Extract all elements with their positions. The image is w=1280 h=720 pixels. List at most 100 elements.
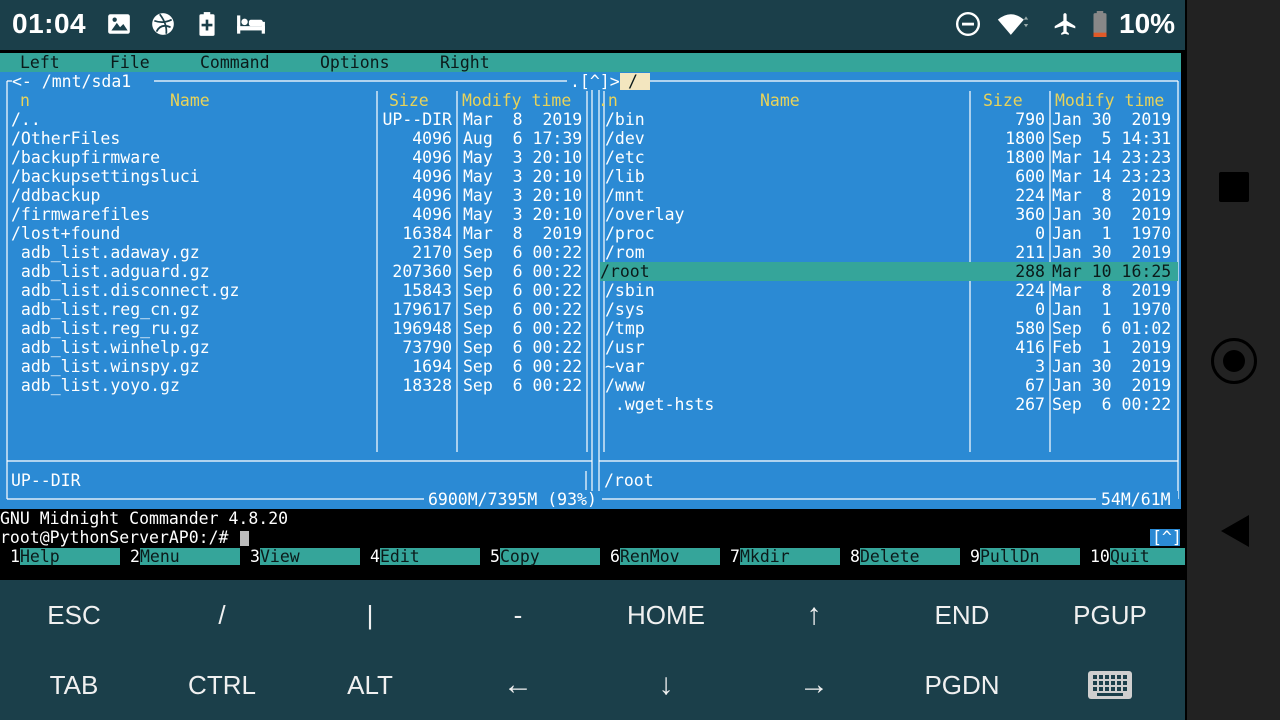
right-file-mtime: Feb 1 2019 <box>1052 338 1171 357</box>
fkey-menu-button[interactable]: Menu <box>140 547 180 566</box>
left-file-name[interactable]: adb_list.adaway.gz <box>11 243 200 262</box>
right-file-name[interactable]: /etc <box>605 148 645 167</box>
right-disk-free: 54M/61M <box>1101 490 1171 509</box>
fkey-renmov-button[interactable]: RenMov <box>620 547 680 566</box>
right-file-size: 416 <box>1015 338 1045 357</box>
left-file-mtime: Sep 6 00:22 <box>463 376 582 395</box>
left-file-mtime: May 3 20:10 <box>463 186 582 205</box>
right-file-name[interactable]: /sys <box>605 300 645 319</box>
right-file-name[interactable]: /rom <box>605 243 645 262</box>
left-disk-free: 6900M/7395M (93%) <box>428 490 597 509</box>
right-file-mtime: Mar 8 2019 <box>1052 186 1171 205</box>
ctrl-key[interactable]: CTRL <box>148 650 296 720</box>
left-arrow-key[interactable]: ← <box>444 650 592 720</box>
mc-screen[interactable]: Left File Command Options Right <- /mnt/sda1.… <box>0 50 1185 580</box>
fkey-mkdir-button[interactable]: Mkdir <box>740 547 790 566</box>
left-file-mtime: Sep 6 00:22 <box>463 338 582 357</box>
left-file-size: 179617 <box>392 300 452 319</box>
right-file-mtime: Jan 30 2019 <box>1052 376 1171 395</box>
alt-key[interactable]: ALT <box>296 650 444 720</box>
fkey-view-button[interactable]: View <box>260 547 300 566</box>
right-arrow-key[interactable]: → <box>740 650 888 720</box>
left-file-name[interactable]: /ddbackup <box>11 186 100 205</box>
pgdn-key[interactable]: PGDN <box>888 650 1036 720</box>
fkey-delete-button[interactable]: Delete <box>860 547 920 566</box>
left-file-name[interactable]: adb_list.yoyo.gz <box>11 376 180 395</box>
fkey-7-number: 7 <box>730 547 740 566</box>
keyboard-icon[interactable] <box>1036 650 1184 720</box>
left-file-name[interactable]: /.. <box>11 110 41 129</box>
up-arrow-key[interactable]: ↑ <box>740 580 888 650</box>
menu-command[interactable]: Command <box>200 53 270 72</box>
bed-icon <box>237 15 265 34</box>
fkey-copy-button[interactable]: Copy <box>500 547 540 566</box>
fkey-5-number: 5 <box>490 547 500 566</box>
menu-right[interactable]: Right <box>440 53 490 72</box>
home-key[interactable]: HOME <box>592 580 740 650</box>
fkey-pulldn-button[interactable]: PullDn <box>980 547 1040 566</box>
end-key[interactable]: END <box>888 580 1036 650</box>
home-icon[interactable] <box>1211 338 1257 384</box>
left-file-name[interactable]: /lost+found <box>11 224 120 243</box>
pgup-key[interactable]: PGUP <box>1036 580 1184 650</box>
back-icon[interactable] <box>1219 514 1251 548</box>
right-file-name[interactable]: /www <box>605 376 645 395</box>
right-file-size: 0 <box>1035 224 1045 243</box>
right-file-size: 288 <box>1015 262 1045 281</box>
down-arrow-key[interactable]: ↓ <box>592 650 740 720</box>
fkey-edit-button[interactable]: Edit <box>380 547 420 566</box>
terminal[interactable]: Left File Command Options Right <- /mnt/sda1.… <box>0 50 1185 580</box>
right-file-mtime: Mar 14 23:23 <box>1052 148 1171 167</box>
left-file-name[interactable]: /backupsettingsluci <box>11 167 200 186</box>
right-panel-path[interactable]: / <box>628 72 638 91</box>
left-file-name[interactable]: adb_list.reg_cn.gz <box>11 300 200 319</box>
right-file-name[interactable]: /sbin <box>605 281 655 300</box>
right-file-name[interactable]: /root <box>600 262 650 281</box>
left-file-name[interactable]: /OtherFiles <box>11 129 120 148</box>
right-file-mtime: Jan 1 1970 <box>1052 224 1171 243</box>
left-hotlist-button[interactable]: .[^]> <box>570 72 620 91</box>
left-file-size: 4096 <box>412 205 452 224</box>
left-file-name[interactable]: /firmwarefiles <box>11 205 150 224</box>
right-file-name[interactable]: /mnt <box>605 186 645 205</box>
slash-key[interactable]: / <box>148 580 296 650</box>
status-time: 01:04 <box>12 8 87 39</box>
left-file-mtime: Sep 6 00:22 <box>463 281 582 300</box>
pipe-key[interactable]: | <box>296 580 444 650</box>
fkey-2-number: 2 <box>130 547 140 566</box>
right-file-name[interactable]: /tmp <box>605 319 645 338</box>
console-prompt[interactable]: root@PythonServerAP0:/# <box>0 528 229 547</box>
menu-file[interactable]: File <box>110 53 150 72</box>
dash-key[interactable]: - <box>444 580 592 650</box>
right-file-name[interactable]: .wget-hsts <box>605 395 714 414</box>
esc-key[interactable]: ESC <box>0 580 148 650</box>
right-file-size: 224 <box>1015 281 1045 300</box>
right-file-name[interactable]: /proc <box>605 224 655 243</box>
left-file-name[interactable]: adb_list.reg_ru.gz <box>11 319 200 338</box>
right-file-name[interactable]: /bin <box>605 110 645 129</box>
left-file-name[interactable]: adb_list.disconnect.gz <box>11 281 239 300</box>
right-file-name[interactable]: /dev <box>605 129 645 148</box>
tab-key[interactable]: TAB <box>0 650 148 720</box>
right-file-name[interactable]: /lib <box>605 167 645 186</box>
right-file-name[interactable]: /usr <box>605 338 645 357</box>
history-button[interactable]: [^] <box>1152 528 1182 547</box>
right-file-name[interactable]: ~var <box>605 357 645 376</box>
left-file-size: 4096 <box>412 167 452 186</box>
fkey-quit-button[interactable]: Quit <box>1110 547 1150 566</box>
menu-left[interactable]: Left <box>20 53 60 72</box>
status-bar: 01:04 10% <box>0 0 1185 50</box>
right-file-size: 0 <box>1035 300 1045 319</box>
left-file-name[interactable]: adb_list.adguard.gz <box>11 262 210 281</box>
left-file-name[interactable]: /backupfirmware <box>11 148 160 167</box>
right-file-mtime: Jan 30 2019 <box>1052 205 1171 224</box>
right-file-mtime: Mar 8 2019 <box>1052 281 1171 300</box>
right-file-name[interactable]: /overlay <box>605 205 685 224</box>
right-file-size: 580 <box>1015 319 1045 338</box>
menu-options[interactable]: Options <box>320 53 390 72</box>
left-panel-path[interactable]: <- /mnt/sda1 <box>12 72 131 91</box>
left-file-name[interactable]: adb_list.winhelp.gz <box>11 338 210 357</box>
fkey-help-button[interactable]: Help <box>20 547 60 566</box>
recent-apps-icon[interactable] <box>1219 172 1249 202</box>
left-file-name[interactable]: adb_list.winspy.gz <box>11 357 200 376</box>
